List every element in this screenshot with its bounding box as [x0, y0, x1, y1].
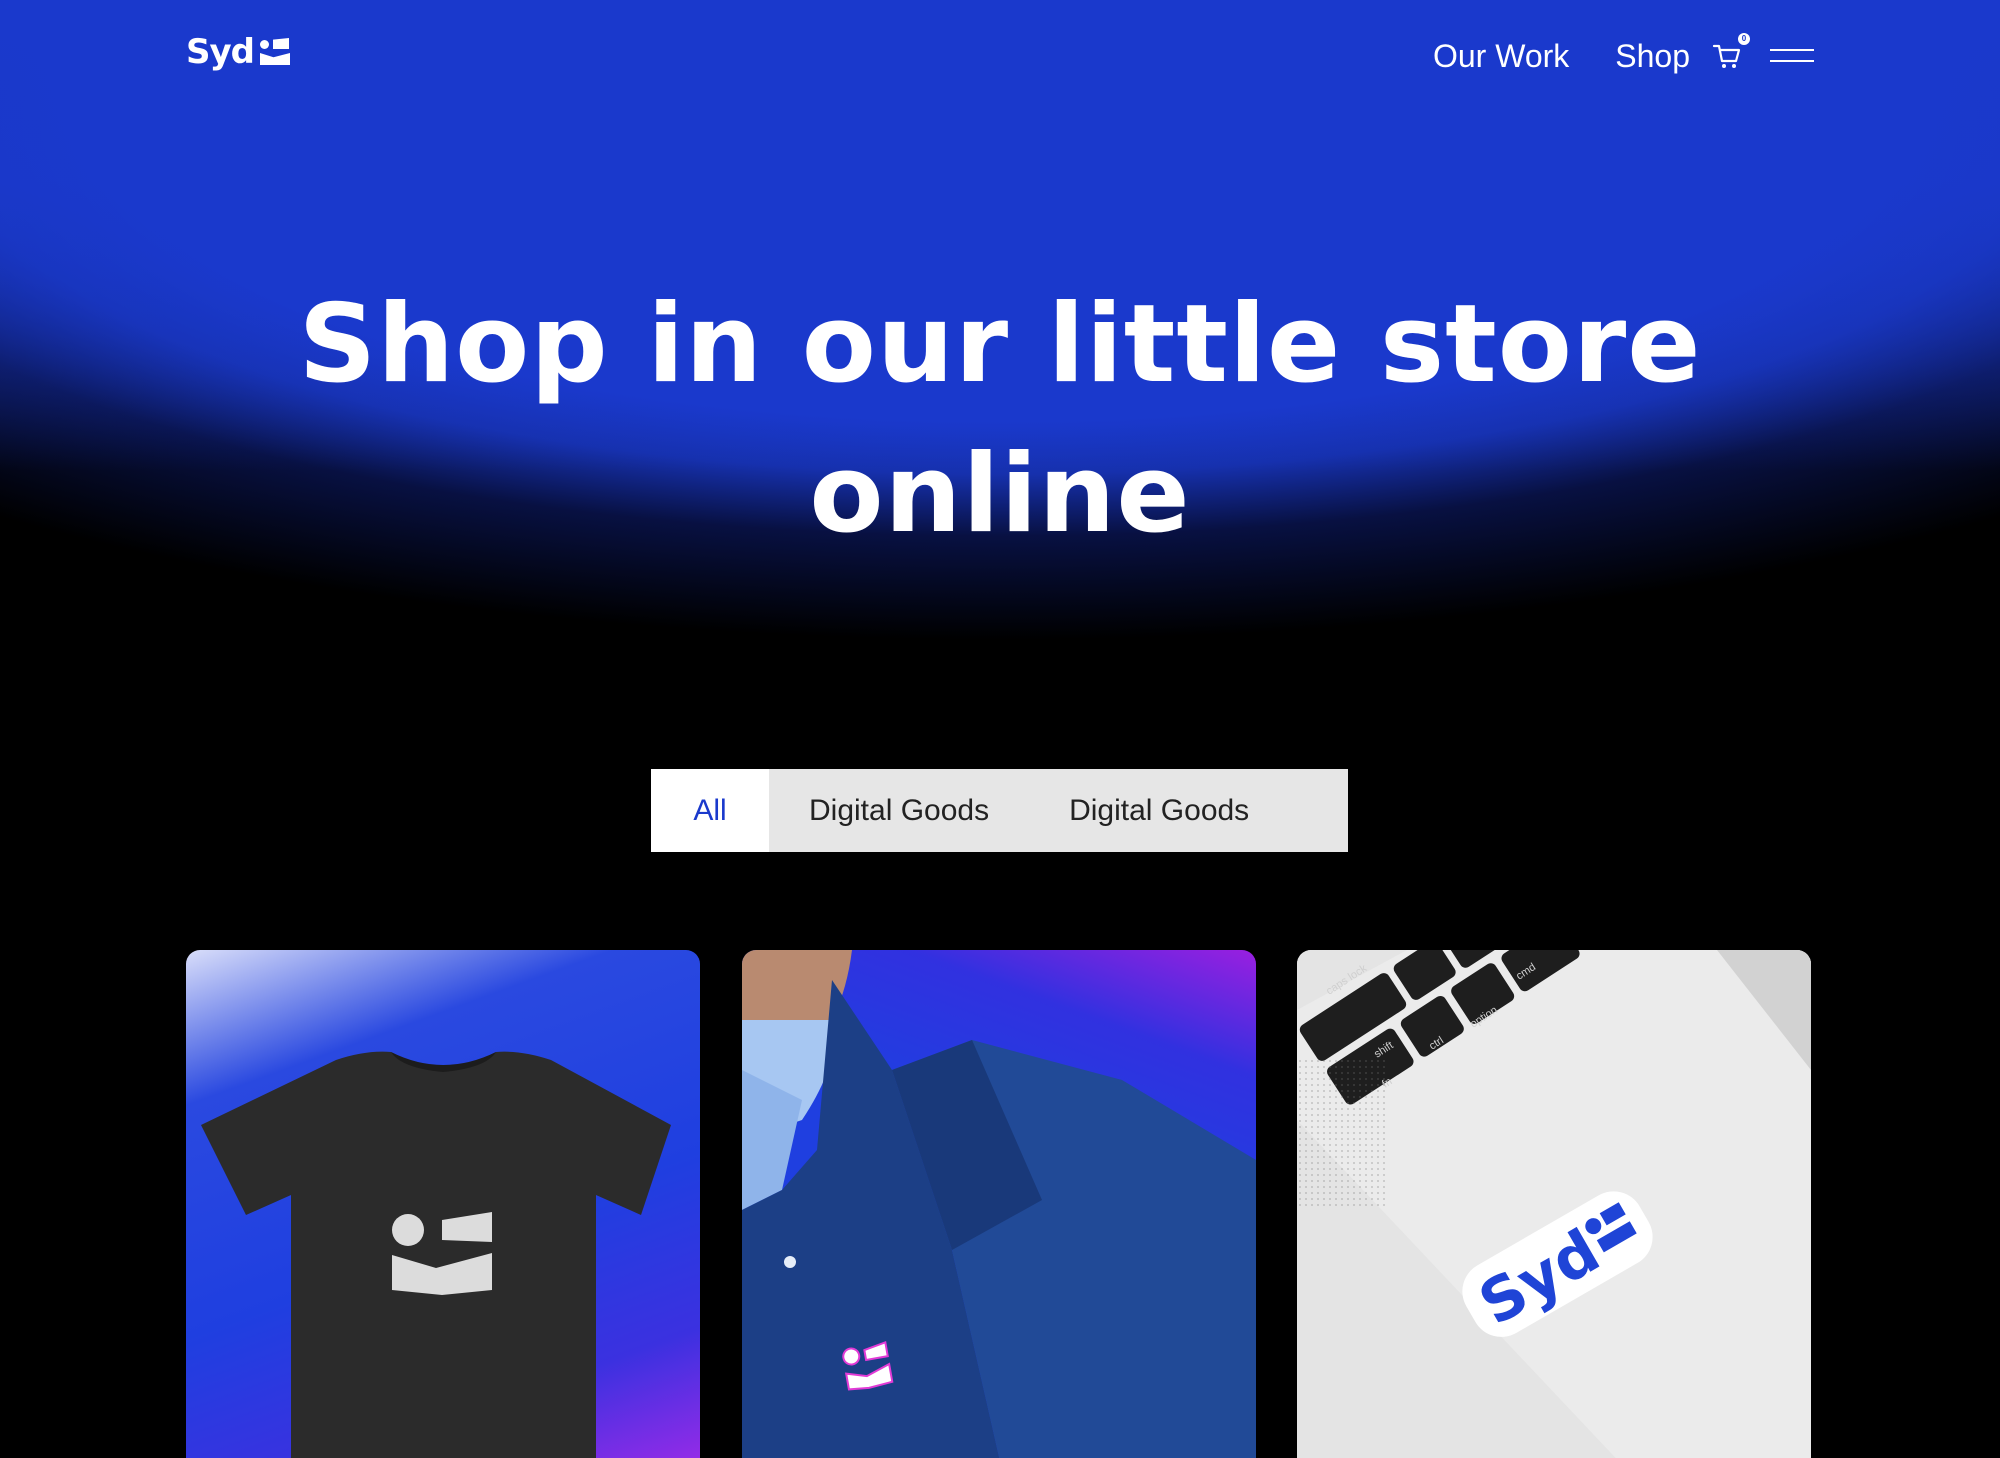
filter-tabs: All Digital Goods Digital Goods — [651, 769, 1348, 852]
cart-button[interactable]: 0 — [1712, 33, 1750, 71]
hero-title-line-1: Shop in our little store — [298, 282, 1702, 407]
product-card-tshirt[interactable] — [186, 950, 700, 1458]
tab-digital-goods[interactable]: Digital Goods — [769, 769, 1029, 852]
product-card-pin[interactable] — [742, 950, 1256, 1458]
hero-title-line-2: online — [809, 432, 1191, 557]
hero-title: Shop in our little store online — [0, 270, 2000, 570]
nav-link-our-work[interactable]: Our Work — [1433, 38, 1569, 75]
nav-link-shop[interactable]: Shop — [1615, 38, 1690, 75]
cart-icon — [1712, 44, 1741, 68]
sticker-product-image: caps lock shift ctrl option cmd fn Syd — [1297, 950, 1811, 1458]
site-header: Syd Our Work Shop 0 — [0, 0, 2000, 110]
tab-all[interactable]: All — [651, 769, 769, 852]
cart-count-badge: 0 — [1738, 33, 1750, 45]
product-grid: caps lock shift ctrl option cmd fn Syd — [186, 950, 1812, 1458]
page: Syd Our Work Shop 0 Shop in our little s — [0, 0, 2000, 1458]
pin-product-image — [742, 950, 1256, 1458]
tab-digital-goods-2[interactable]: Digital Goods — [1029, 769, 1289, 852]
hamburger-menu-icon[interactable] — [1770, 46, 1814, 66]
logo-mark-icon — [260, 38, 290, 66]
logo[interactable]: Syd — [186, 30, 290, 74]
main-nav: Our Work Shop 0 — [1387, 30, 1814, 82]
logo-text: Syd — [186, 32, 255, 72]
product-card-sticker[interactable]: caps lock shift ctrl option cmd fn Syd — [1297, 950, 1811, 1458]
t-shirt-product-image — [201, 1051, 671, 1458]
